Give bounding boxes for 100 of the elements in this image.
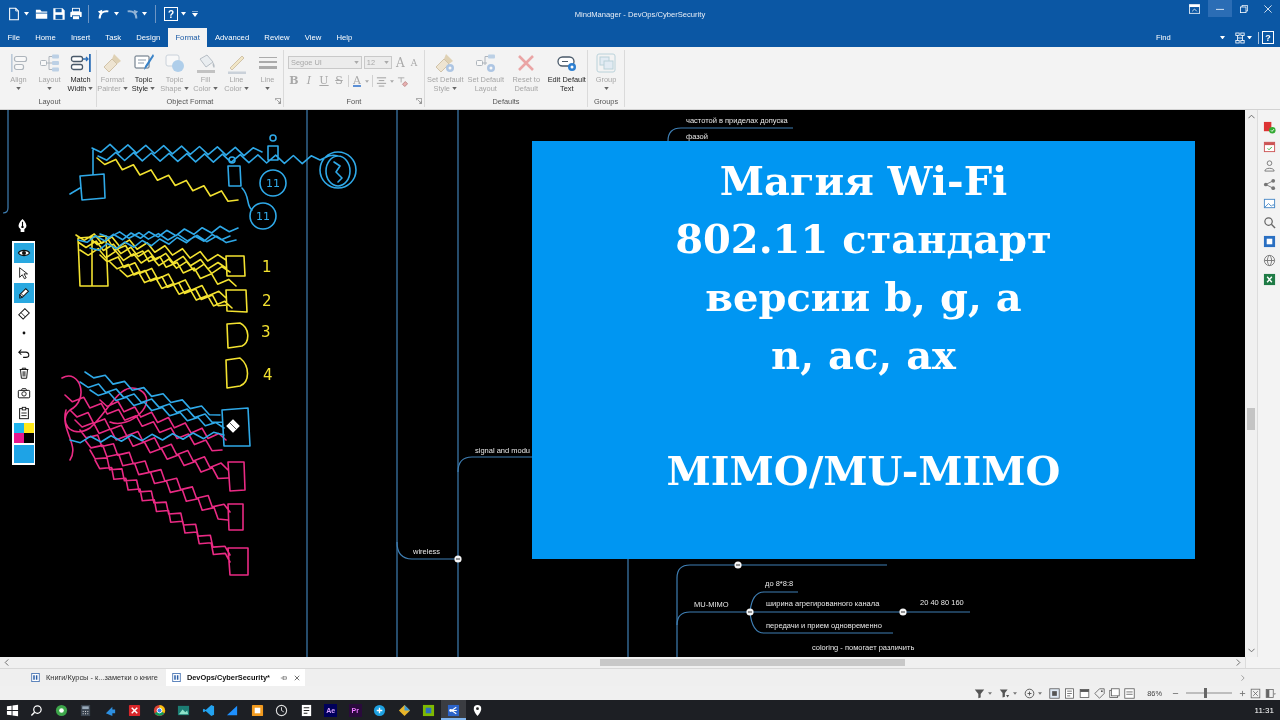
tree-icon[interactable] bbox=[1235, 31, 1245, 44]
brush-gear-icon bbox=[434, 52, 457, 74]
square-app-icon[interactable] bbox=[1262, 235, 1276, 248]
person-icon[interactable] bbox=[1262, 159, 1276, 172]
undo-icon[interactable] bbox=[97, 7, 111, 21]
overlapping-squares-icon bbox=[595, 52, 617, 74]
width-arrow-icon bbox=[69, 52, 92, 74]
round-app-icon[interactable] bbox=[54, 703, 68, 717]
fit-page-icon[interactable] bbox=[1250, 687, 1261, 699]
square-app-icon[interactable] bbox=[422, 703, 436, 717]
customize-caret-icon[interactable] bbox=[192, 11, 198, 17]
panel-icon[interactable] bbox=[1265, 687, 1276, 699]
search-icon[interactable] bbox=[30, 703, 44, 717]
close-icon bbox=[1264, 4, 1272, 13]
slide-title-line: MIMO/MU-MIMO bbox=[665, 446, 1062, 496]
caret-icon[interactable] bbox=[1013, 691, 1018, 695]
globe-icon[interactable] bbox=[1262, 254, 1276, 267]
close-icon[interactable] bbox=[293, 674, 300, 681]
collapse-handle-icon[interactable] bbox=[746, 608, 754, 616]
scroll-thumb[interactable] bbox=[1247, 408, 1255, 430]
spreadsheet-icon[interactable] bbox=[1262, 273, 1276, 286]
undo-icon bbox=[16, 346, 31, 360]
wing-app-icon[interactable] bbox=[226, 703, 240, 717]
color-swatch-icon[interactable] bbox=[13, 433, 24, 443]
paintbrush-icon bbox=[101, 52, 124, 74]
scroll-down-icon[interactable] bbox=[1247, 648, 1255, 653]
handwritten-number: 3 bbox=[261, 323, 271, 341]
plus-icon[interactable] bbox=[1239, 689, 1246, 697]
scroll-up-icon[interactable] bbox=[1247, 114, 1255, 119]
arrow-cursor-icon bbox=[16, 266, 31, 280]
eraser-cursor-icon bbox=[225, 418, 241, 434]
branches-icon[interactable] bbox=[1262, 178, 1276, 191]
ink-tool-button[interactable] bbox=[13, 283, 34, 303]
pictures-icon[interactable] bbox=[1109, 687, 1121, 699]
document-lines-icon[interactable] bbox=[1064, 687, 1076, 699]
calendar-icon[interactable] bbox=[1079, 687, 1091, 699]
map-document-icon bbox=[171, 673, 181, 682]
dialog-launcher-icon[interactable] bbox=[275, 98, 281, 104]
framed-square-icon[interactable] bbox=[1049, 687, 1061, 699]
filter-icon[interactable] bbox=[999, 687, 1011, 699]
collapse-handle-icon[interactable] bbox=[899, 608, 907, 616]
camera-icon bbox=[16, 386, 31, 400]
caret-icon[interactable] bbox=[181, 12, 186, 16]
printer-icon[interactable] bbox=[69, 7, 83, 21]
caret-icon[interactable] bbox=[1247, 35, 1252, 40]
caret-icon[interactable] bbox=[1220, 35, 1225, 40]
calculator-icon[interactable] bbox=[79, 703, 93, 717]
caret-icon[interactable] bbox=[988, 691, 993, 695]
folder-icon[interactable] bbox=[35, 7, 49, 21]
document-icon[interactable] bbox=[7, 7, 21, 21]
zoom-slider-thumb[interactable] bbox=[1203, 688, 1207, 698]
stacked-pages-icon[interactable] bbox=[1124, 687, 1136, 699]
dialog-launcher-icon[interactable] bbox=[416, 98, 422, 104]
clock-icon[interactable] bbox=[275, 703, 289, 717]
caret-icon[interactable] bbox=[1038, 691, 1043, 695]
slide-title-line: версии b, g, a bbox=[704, 272, 1023, 322]
help-button[interactable]: ? bbox=[164, 7, 178, 21]
help-button[interactable]: ? bbox=[1262, 31, 1274, 44]
ribbon-display-icon[interactable] bbox=[1189, 4, 1200, 14]
handwritten-number: 4 bbox=[263, 366, 273, 384]
color-swatch-icon[interactable] bbox=[23, 423, 34, 433]
current-color-swatch-icon[interactable] bbox=[13, 445, 34, 463]
tree-gear-icon bbox=[474, 52, 497, 74]
map-document-icon bbox=[31, 673, 40, 682]
vertical-scrollbar[interactable] bbox=[1245, 110, 1257, 657]
caret-icon[interactable] bbox=[114, 12, 119, 16]
handwritten-number: 11 bbox=[266, 177, 280, 190]
color-swatch-icon[interactable] bbox=[23, 433, 34, 443]
redo-icon[interactable] bbox=[125, 7, 139, 21]
picture-icon[interactable] bbox=[177, 703, 191, 717]
clipboard-icon bbox=[16, 406, 31, 420]
restore-icon bbox=[1240, 4, 1248, 13]
caret-icon bbox=[353, 61, 359, 64]
round-app-icon[interactable] bbox=[373, 703, 387, 717]
pin-icon[interactable] bbox=[279, 673, 288, 682]
color-swatch-icon[interactable] bbox=[13, 423, 24, 433]
ribbon-app-icon[interactable] bbox=[201, 703, 215, 717]
handwritten-number: 2 bbox=[262, 292, 272, 310]
collapse-handle-icon[interactable] bbox=[454, 555, 462, 563]
app-icon[interactable] bbox=[128, 703, 142, 717]
eraser-icon bbox=[16, 306, 31, 320]
task-check-icon[interactable] bbox=[1262, 121, 1276, 134]
four-panes-icon[interactable] bbox=[5, 703, 19, 717]
caret-icon[interactable] bbox=[24, 12, 29, 16]
branches-tile-icon[interactable] bbox=[446, 703, 460, 717]
pen-nib-icon[interactable] bbox=[16, 218, 29, 233]
collapse-handle-icon[interactable] bbox=[734, 561, 742, 569]
clock: 11:31 bbox=[1254, 705, 1275, 715]
scroll-thumb[interactable] bbox=[600, 659, 905, 666]
shapes-icon bbox=[163, 52, 186, 74]
slide-title-line: Магия Wi-Fi bbox=[718, 156, 1009, 206]
plus-circle-icon[interactable] bbox=[1024, 687, 1036, 699]
caret-icon[interactable] bbox=[142, 12, 147, 16]
slide-title-line: 802.11 стандарт bbox=[674, 214, 1053, 264]
calendar-icon[interactable] bbox=[1262, 140, 1276, 153]
ink-tool-button[interactable] bbox=[13, 243, 34, 263]
page-icon[interactable] bbox=[299, 703, 313, 717]
circle-app-icon[interactable] bbox=[152, 703, 166, 717]
folder-icon[interactable] bbox=[250, 703, 264, 717]
diamond-icon[interactable] bbox=[397, 703, 411, 717]
